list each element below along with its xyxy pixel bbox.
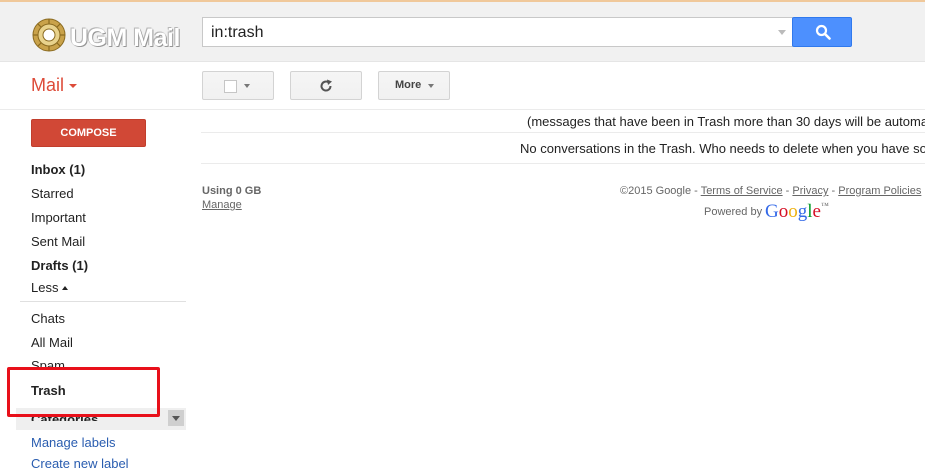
terms-link[interactable]: Terms of Service xyxy=(701,185,783,197)
sidebar-item-starred[interactable]: Starred xyxy=(31,186,74,201)
chevron-down-icon xyxy=(172,416,180,421)
sidebar-divider xyxy=(20,301,186,302)
empty-trash-message: No conversations in the Trash. Who needs… xyxy=(520,141,925,156)
compose-button[interactable]: COMPOSE xyxy=(31,119,146,147)
separator: - xyxy=(828,185,839,197)
sidebar-item-drafts[interactable]: Drafts (1) xyxy=(31,258,88,273)
ugm-seal-icon xyxy=(32,18,66,52)
manage-labels-link[interactable]: Manage labels xyxy=(31,435,116,450)
chevron-up-icon[interactable] xyxy=(62,286,68,290)
program-policies-link[interactable]: Program Policies xyxy=(838,185,921,197)
more-actions-button[interactable]: More xyxy=(378,71,450,100)
select-all-button[interactable] xyxy=(202,71,274,100)
sidebar-item-sent-mail[interactable]: Sent Mail xyxy=(31,234,85,249)
copyright-text: ©2015 Google - xyxy=(620,185,701,197)
google-wordmark: Google xyxy=(765,201,821,222)
logo-text: UGM Mail xyxy=(70,24,180,52)
search-query-text: in:trash xyxy=(211,24,264,41)
more-actions-label: More xyxy=(395,79,422,91)
row-divider xyxy=(201,132,925,133)
separator: - xyxy=(782,185,793,197)
trash-highlight-box xyxy=(7,367,160,417)
sidebar-item-all-mail[interactable]: All Mail xyxy=(31,335,73,350)
mail-switcher-chevron-down-icon[interactable] xyxy=(69,84,77,88)
manage-storage-link[interactable]: Manage xyxy=(202,199,242,211)
sidebar-item-inbox[interactable]: Inbox (1) xyxy=(31,162,85,177)
toolbar-divider xyxy=(0,109,925,110)
refresh-icon xyxy=(320,79,332,92)
row-divider xyxy=(201,163,925,164)
storage-usage-label: Using 0 GB xyxy=(202,185,262,197)
mail-app-switcher[interactable]: Mail xyxy=(31,75,64,96)
select-chevron-down-icon xyxy=(244,84,250,88)
create-new-label-link[interactable]: Create new label xyxy=(31,456,129,471)
search-input[interactable]: in:trash xyxy=(202,17,793,47)
footer-links: ©2015 Google - Terms of Service - Privac… xyxy=(620,185,921,197)
refresh-button[interactable] xyxy=(290,71,362,100)
sidebar-item-important[interactable]: Important xyxy=(31,210,86,225)
search-button[interactable] xyxy=(792,17,852,47)
more-chevron-down-icon xyxy=(428,84,434,88)
google-logo: Google™ xyxy=(765,201,829,223)
privacy-link[interactable]: Privacy xyxy=(792,185,828,197)
search-options-chevron-down-icon[interactable] xyxy=(778,30,786,35)
search-icon xyxy=(815,24,831,40)
select-all-checkbox[interactable] xyxy=(224,80,237,93)
sidebar-item-spam[interactable]: Spam xyxy=(31,358,65,367)
categories-toggle[interactable] xyxy=(168,410,184,426)
sidebar-item-less[interactable]: Less xyxy=(31,280,58,295)
powered-by-label: Powered by xyxy=(704,206,763,218)
trademark-symbol: ™ xyxy=(820,201,829,210)
trash-retention-notice: (messages that have been in Trash more t… xyxy=(527,114,925,129)
sidebar-item-chats[interactable]: Chats xyxy=(31,311,65,326)
